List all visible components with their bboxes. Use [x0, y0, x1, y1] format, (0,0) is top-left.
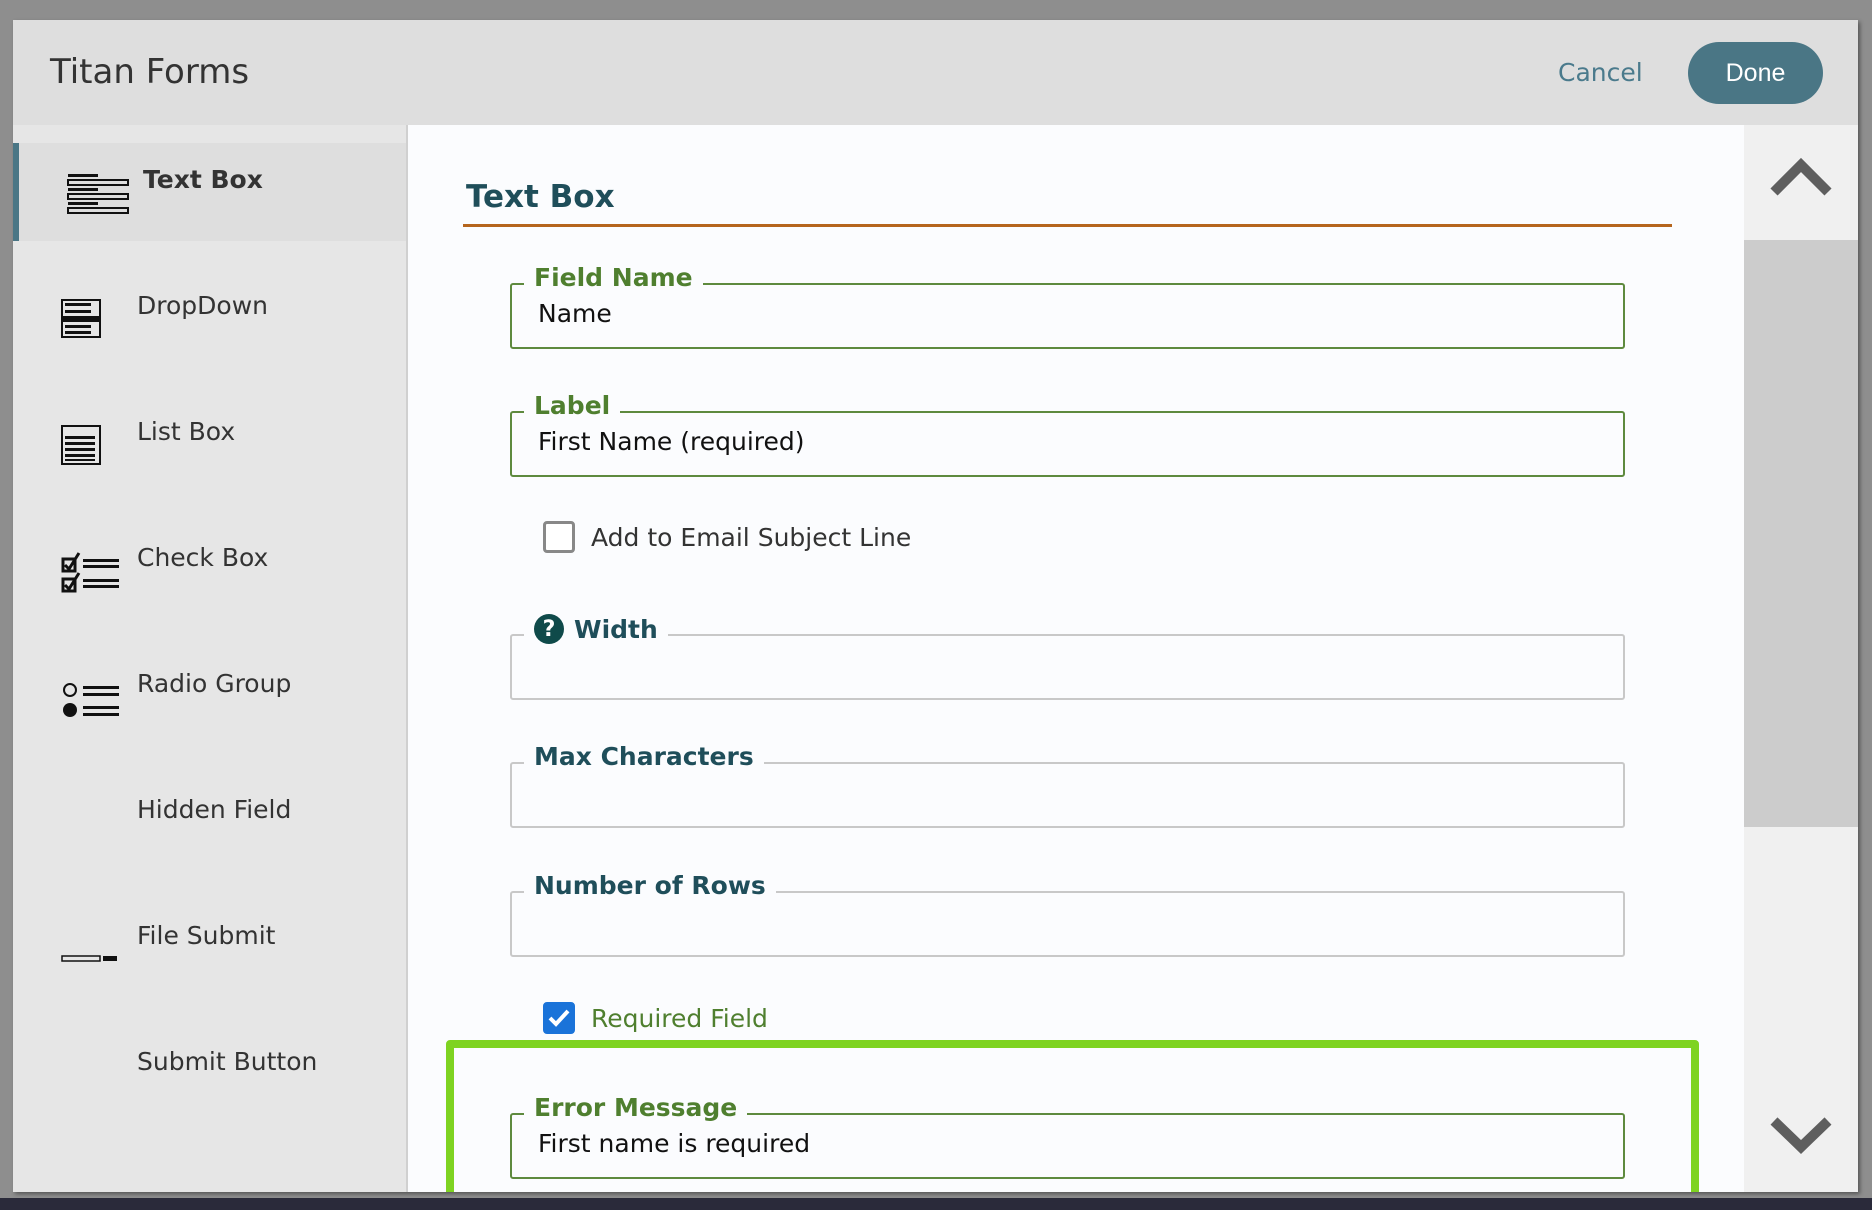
- sidebar-item-hidden-field[interactable]: Hidden Field: [13, 773, 406, 871]
- max-characters-input[interactable]: [538, 778, 1598, 807]
- sidebar-item-file-submit[interactable]: File Submit: [13, 899, 406, 997]
- max-characters-fieldset: Max Characters: [510, 742, 1625, 828]
- sidebar-item-label: Submit Button: [137, 1047, 318, 1076]
- error-message-fieldset: Error Message: [510, 1093, 1625, 1179]
- sidebar-item-list-box[interactable]: List Box: [13, 395, 406, 493]
- chevron-up-icon: [1770, 157, 1832, 196]
- titan-forms-dialog: Titan Forms Cancel Done Text Box DropDow…: [13, 20, 1858, 1192]
- max-characters-label: Max Characters: [524, 742, 764, 771]
- error-message-label: Error Message: [524, 1093, 748, 1122]
- label-fieldset: Label: [510, 391, 1625, 477]
- cancel-button[interactable]: Cancel: [1558, 58, 1643, 87]
- section-divider: [463, 224, 1672, 227]
- email-subject-checkbox[interactable]: [543, 521, 575, 553]
- sidebar-item-text-box[interactable]: Text Box: [13, 143, 406, 241]
- radio-group-icon: [63, 683, 119, 717]
- check-box-icon: [61, 552, 119, 593]
- list-box-icon: [61, 425, 101, 465]
- sidebar-item-submit-button[interactable]: Submit Button: [13, 1025, 406, 1123]
- required-field-label: Required Field: [591, 1003, 768, 1033]
- checkmark-icon: [548, 1009, 570, 1027]
- error-message-input[interactable]: [538, 1129, 1598, 1158]
- sidebar-item-dropdown[interactable]: DropDown: [13, 269, 406, 367]
- sidebar-item-label: Text Box: [143, 165, 263, 194]
- scroll-up-button[interactable]: [1744, 125, 1858, 240]
- field-name-input[interactable]: [538, 299, 1598, 328]
- sidebar-item-label: Hidden Field: [137, 795, 292, 824]
- required-field-checkbox-row[interactable]: Required Field: [543, 1002, 768, 1034]
- required-field-checkbox[interactable]: [543, 1002, 575, 1034]
- text-box-icon: [67, 174, 129, 214]
- field-name-fieldset: Field Name: [510, 263, 1625, 349]
- dialog-title: Titan Forms: [50, 52, 250, 92]
- number-of-rows-input[interactable]: [538, 907, 1598, 936]
- width-label: Width: [574, 614, 658, 644]
- section-title: Text Box: [466, 179, 615, 215]
- width-legend: ? Width: [524, 614, 668, 644]
- done-button[interactable]: Done: [1688, 42, 1823, 104]
- label-input[interactable]: [538, 427, 1598, 456]
- question-circle-icon[interactable]: ?: [534, 614, 564, 644]
- label-label: Label: [524, 391, 621, 420]
- sidebar-item-label: File Submit: [137, 921, 276, 950]
- chevron-down-icon: [1770, 1117, 1832, 1154]
- field-type-sidebar: Text Box DropDown List Box Check Box Rad…: [13, 125, 408, 1192]
- file-submit-icon: [61, 955, 117, 962]
- dialog-header: Titan Forms Cancel Done: [13, 20, 1858, 125]
- scrollbar[interactable]: [1744, 125, 1858, 1192]
- field-name-label: Field Name: [524, 263, 703, 292]
- properties-panel: Text Box Field Name Label Add to Email S…: [408, 125, 1744, 1192]
- sidebar-item-radio-group[interactable]: Radio Group: [13, 647, 406, 745]
- sidebar-item-label: List Box: [137, 417, 236, 446]
- scroll-down-button[interactable]: [1744, 1077, 1858, 1192]
- width-input[interactable]: [538, 650, 1598, 679]
- email-subject-label: Add to Email Subject Line: [591, 522, 912, 552]
- sidebar-item-label: Radio Group: [137, 669, 292, 698]
- dropdown-icon: [61, 299, 101, 338]
- email-subject-checkbox-row[interactable]: Add to Email Subject Line: [543, 521, 911, 553]
- number-of-rows-fieldset: Number of Rows: [510, 871, 1625, 957]
- scrollbar-thumb[interactable]: [1744, 240, 1858, 827]
- sidebar-item-check-box[interactable]: Check Box: [13, 521, 406, 619]
- number-of-rows-label: Number of Rows: [524, 871, 776, 900]
- taskbar-strip: [0, 1198, 1872, 1210]
- width-fieldset: ? Width: [510, 614, 1625, 700]
- sidebar-item-label: Check Box: [137, 543, 269, 572]
- sidebar-item-label: DropDown: [137, 291, 268, 320]
